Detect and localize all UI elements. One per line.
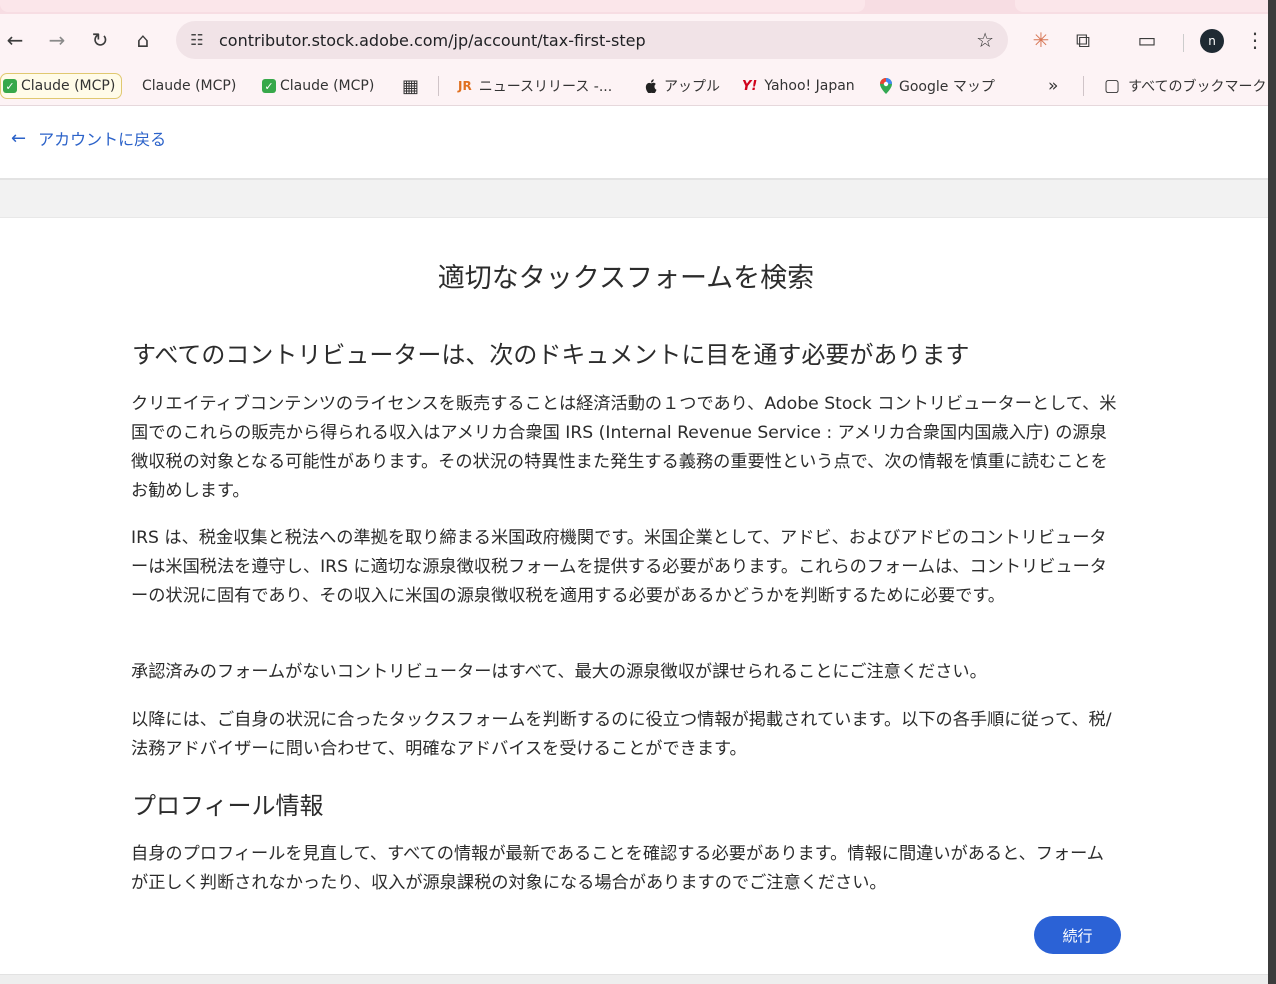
all-bookmarks-label: すべてのブックマーク: [1128, 79, 1267, 95]
check-icon: ✓: [3, 79, 17, 93]
tab-strip: [0, 0, 1268, 14]
google-maps-pin-icon: [880, 78, 892, 94]
paragraph: クリエイティブコンテンツのライセンスを販売することは経済活動の１つであり、Ado…: [131, 394, 1117, 501]
browser-window: ← → ↻ ⌂ ☷ contributor.stock.adobe.com/jp…: [0, 0, 1268, 984]
bookmark-item[interactable]: ✓ Claude (MCP): [0, 73, 123, 99]
continue-button[interactable]: 続行: [1034, 916, 1121, 954]
forward-icon[interactable]: →: [42, 24, 72, 56]
overflow-chevron-icon[interactable]: »: [1048, 73, 1058, 99]
bookmark-item[interactable]: Y! Yahoo! Japan: [742, 73, 855, 99]
section-heading-profile: プロフィール情報: [132, 792, 324, 820]
toolbar-divider: [1183, 34, 1184, 52]
bookmarks-bar: ✓ Claude (MCP) Claude (MCP) ✓ Claude (MC…: [0, 66, 1268, 106]
back-icon[interactable]: ←: [0, 24, 30, 56]
bookmark-item[interactable]: JR ニュースリリース -...: [458, 73, 612, 99]
bookmark-label: Claude (MCP): [280, 78, 375, 94]
bookmark-label: Yahoo! Japan: [764, 78, 855, 94]
paragraph: IRS は、税金収集と税法への準拠を取り締まる米国政府機関です。米国企業として、…: [131, 528, 1107, 606]
page-footer-edge: [0, 974, 1268, 984]
arrow-left-icon: ←: [11, 127, 27, 149]
bookmark-item[interactable]: ✓ Claude (MCP): [262, 73, 374, 99]
section-heading-documents: すべてのコントリビューターは、次のドキュメントに目を通す必要があります: [132, 341, 970, 369]
apps-grid-icon[interactable]: ▦: [402, 73, 419, 99]
bookmark-star-icon[interactable]: ☆: [976, 28, 994, 52]
check-icon: ✓: [262, 79, 276, 93]
bookmark-label: ニュースリリース -...: [478, 79, 613, 95]
bookmark-label: アップル: [664, 79, 720, 95]
paragraph: 承認済みのフォームがないコントリビューターはすべて、最大の源泉徴収が課せられるこ…: [131, 662, 987, 682]
jr-logo-icon: JR: [458, 79, 472, 93]
claude-extension-icon[interactable]: ✳: [1026, 24, 1056, 56]
profile-avatar[interactable]: n: [1200, 29, 1224, 53]
extensions-icon[interactable]: ⧉: [1068, 24, 1098, 56]
apple-logo-icon: [645, 79, 657, 93]
cast-icon[interactable]: ▭: [1132, 24, 1162, 56]
bookmark-item[interactable]: アップル: [645, 73, 720, 99]
folder-icon: ▢: [1104, 76, 1121, 96]
bookmark-label: Google マップ: [899, 79, 995, 95]
paragraph: 以降には、ご自身の状況に合ったタックスフォームを判断するのに役立つ情報が掲載され…: [131, 710, 1112, 759]
browser-toolbar: ← → ↻ ⌂ ☷ contributor.stock.adobe.com/jp…: [0, 14, 1268, 66]
tab[interactable]: [0, 0, 865, 12]
bookmarks-divider: [438, 76, 439, 96]
site-settings-icon[interactable]: ☷: [186, 29, 208, 51]
all-bookmarks-folder[interactable]: ▢ すべてのブックマーク: [1104, 73, 1267, 99]
home-icon[interactable]: ⌂: [128, 24, 158, 56]
bookmarks-divider: [1083, 76, 1084, 96]
tab[interactable]: [1015, 0, 1268, 12]
yahoo-logo-icon: Y!: [742, 78, 758, 94]
back-to-account-link[interactable]: ← アカウントに戻る: [11, 126, 166, 150]
menu-icon[interactable]: ⋮: [1240, 24, 1268, 56]
page-title: 適切なタックスフォームを検索: [437, 263, 815, 294]
bookmark-label: Claude (MCP): [142, 78, 237, 94]
bookmark-item[interactable]: Claude (MCP): [142, 73, 236, 99]
back-link-label: アカウントに戻る: [38, 130, 167, 149]
reload-icon[interactable]: ↻: [85, 24, 115, 56]
desktop-background: [1268, 0, 1276, 984]
bookmark-label: Claude (MCP): [21, 78, 116, 94]
page-divider-band: [0, 178, 1268, 218]
url-text[interactable]: contributor.stock.adobe.com/jp/account/t…: [219, 31, 646, 50]
address-bar[interactable]: ☷ contributor.stock.adobe.com/jp/account…: [176, 21, 1008, 59]
paragraph: 自身のプロフィールを見直して、すべての情報が最新であることを確認する必要がありま…: [131, 844, 1104, 893]
bookmark-item[interactable]: Google マップ: [880, 73, 995, 99]
